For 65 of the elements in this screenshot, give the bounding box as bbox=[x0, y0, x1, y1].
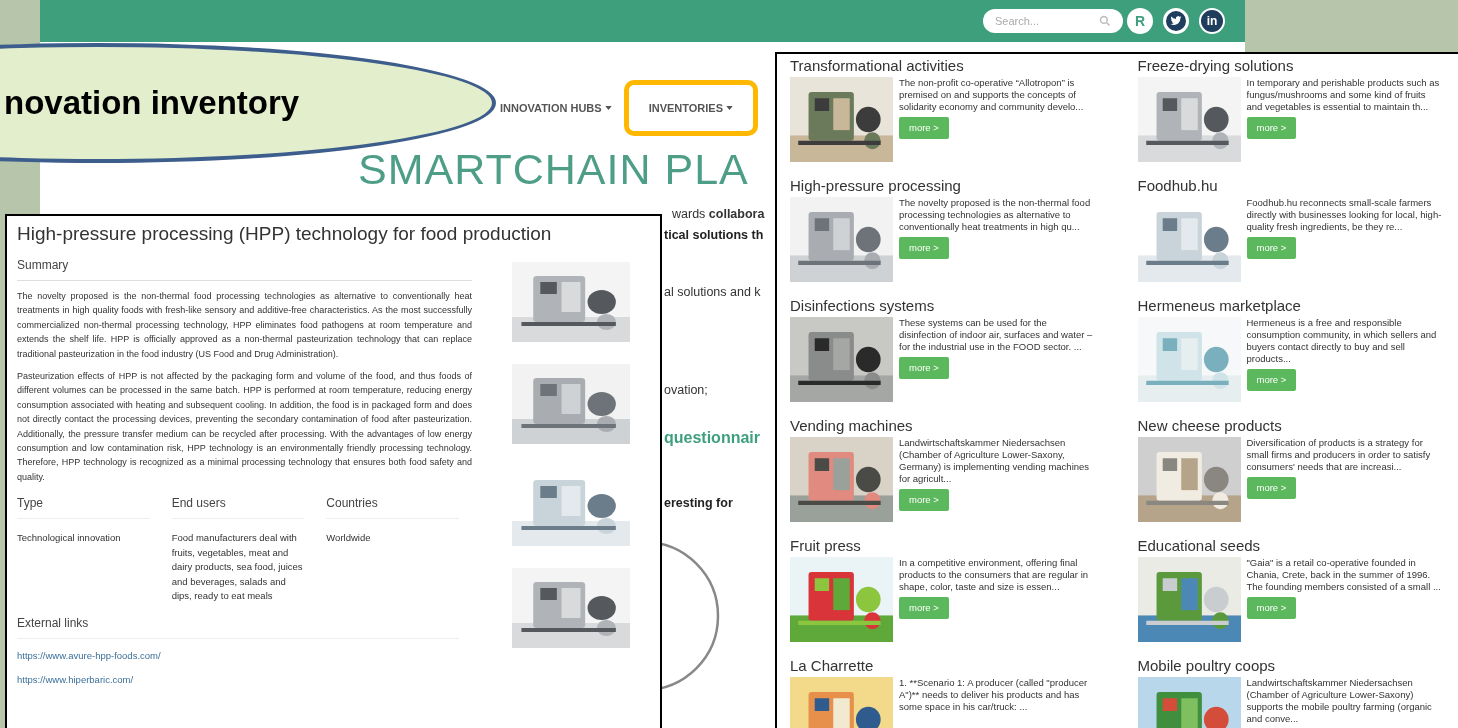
page-text: ovation; bbox=[664, 382, 709, 399]
page-text: wards collabora bbox=[672, 206, 765, 223]
more-button[interactable]: more > bbox=[899, 237, 949, 260]
section-heading: Summary bbox=[17, 256, 472, 281]
item-title: Foodhub.hu bbox=[1137, 177, 1219, 195]
meta-heading: Type bbox=[17, 494, 150, 520]
item-description: Landwirtschaftskammer Niedersachsen (Chamber of Agriculture Lower-Saxony) supports the mobile poultry farming (organic and conve... bbox=[1246, 677, 1433, 725]
section-heading: External links bbox=[17, 613, 459, 639]
item-title: New cheese products bbox=[1137, 417, 1283, 435]
summary-paragraph: The novelty proposed is the non-thermal food processing technologies as alternative to conventionally heat treatments in high quality foods with fresh-like sensory and additive-free characteristics. As the most successfully commercialized non-thermal processing technology, HPP eliminates food pathogens at room temperature and extends the shelf life. HPP is officially approved as a non-thermal pasteurization technology that can replace traditional pasteurization in the food industry (US Food and Drug Administration). bbox=[17, 290, 472, 361]
callout-text: novation inventory bbox=[4, 83, 300, 124]
linkedin-link[interactable]: in bbox=[1199, 8, 1225, 34]
item-title: La Charrette bbox=[790, 657, 875, 675]
page-text: questionnair bbox=[664, 428, 761, 448]
item-description: "Gaia" is a retail co-operative founded in Chania, Crete, back in the summer of 1996. The founding members consisted of a small ... bbox=[1246, 557, 1442, 593]
page-text: al solutions and k bbox=[664, 284, 762, 301]
more-button[interactable]: more > bbox=[899, 597, 949, 620]
page-text: tical solutions th bbox=[664, 227, 765, 244]
twitter-link[interactable] bbox=[1163, 8, 1189, 34]
more-button[interactable]: more > bbox=[1246, 369, 1297, 392]
item-title: Transformational activities bbox=[790, 57, 965, 75]
item-title: Mobile poultry coops bbox=[1137, 657, 1277, 675]
item-description: Hermeneus is a free and responsible consumption community, in which sellers and buyers contact directly to buy and sell products... bbox=[1246, 317, 1438, 365]
item-title: Fruit press bbox=[790, 537, 862, 555]
item-title: High-pressure processing bbox=[790, 177, 962, 195]
more-button[interactable]: more > bbox=[1246, 237, 1297, 260]
more-button[interactable]: more > bbox=[899, 117, 949, 140]
detail-title: High-pressure processing (HPP) technology for food production bbox=[17, 222, 552, 246]
search-icon bbox=[1099, 15, 1111, 27]
item-title: Educational seeds bbox=[1137, 537, 1262, 555]
twitter-bird-icon bbox=[1169, 15, 1183, 27]
nav-menu[interactable]: INVENTORIES bbox=[623, 80, 759, 136]
caret-icon bbox=[726, 106, 734, 110]
summary-paragraph: Pasteurization effects of HPP is not affected by the packaging form and volume of the food, and thus foods of different volumes can be processed in the same batch. HPP is performed at room temperature, reducing energy consumption associated with heating and subsequent cooling. In addition, the food is in packaged form and does not directly contact the processing devices, preventing the secondary contamination of food after pasteurization. Additionally, the pressure transfer medium can be recycled after processing. With the advantages of low energy consumption and low contamination risk, HPP technology is an environmentally friendly processing technology. Therefore, HPP technology is recognized as a minimal processing technology that ensures both food safety and quality. bbox=[17, 370, 472, 484]
caret-icon bbox=[604, 106, 612, 110]
item-description: In temporary and perishable products such as fungus/mushrooms and some kind of fruits and vegetables is essential to maintain th... bbox=[1246, 77, 1441, 113]
item-title: Vending machines bbox=[790, 417, 914, 435]
item-description: Diversification of products is a strategy for small firms and producers in order to satisfy consumers' needs that are increasi... bbox=[1246, 437, 1432, 473]
meta-value: Worldwide bbox=[326, 531, 372, 546]
more-button[interactable]: more > bbox=[899, 357, 949, 380]
meta-value: Food manufacturers deal with fruits, vegetables, meat and dairy products, sea food, juices and beverages, salads and dips, ready to eat meals bbox=[171, 531, 304, 604]
item-title: Disinfections systems bbox=[790, 297, 936, 315]
item-description: In a competitive environment, offering final products to the consumers that are regular in shape, color, taste and size is essen... bbox=[899, 557, 1090, 593]
item-description: These systems can be used for the disinfection of indoor air, surfaces and water – for the industrial use in the FOOD sector. ... bbox=[899, 317, 1094, 353]
more-button[interactable]: more > bbox=[1246, 597, 1297, 620]
item-title: Freeze-drying solutions bbox=[1137, 57, 1295, 75]
item-description: The non-profit co-operative “Allotropon” is premised on and supports the concepts of solidarity economy and community develo... bbox=[899, 77, 1085, 113]
page-text: eresting for bbox=[664, 495, 734, 512]
item-description: Landwirtschaftskammer Niedersachsen (Chamber of Agriculture Lower-Saxony, Germany) is implementing vending machines for agricult... bbox=[899, 437, 1091, 485]
external-link[interactable]: https://www.avure-hpp-foods.com/ bbox=[17, 648, 472, 664]
more-button[interactable]: more > bbox=[1246, 477, 1297, 500]
more-button[interactable]: more > bbox=[1246, 117, 1297, 140]
nav-menu[interactable]: INNOVATION HUBS bbox=[500, 98, 612, 118]
researchgate-link[interactable]: R bbox=[1127, 8, 1153, 34]
meta-heading: Countries bbox=[326, 494, 459, 520]
more-button[interactable]: more > bbox=[899, 489, 949, 512]
meta-heading: End users bbox=[171, 494, 305, 520]
external-link[interactable]: https://www.hiperbaric.com/ bbox=[17, 673, 472, 688]
meta-value: Technological innovation bbox=[17, 531, 122, 546]
item-title: Hermeneus marketplace bbox=[1137, 297, 1302, 315]
item-description: The novelty proposed is the non-thermal food processing technologies as alternative to conventionally heat treatments in high qu... bbox=[899, 197, 1092, 233]
item-description: Foodhub.hu reconnects small-scale farmers directly with businesses looking for local, high-quality fresh ingredients, be they re... bbox=[1246, 197, 1442, 233]
search-field[interactable]: Search... bbox=[983, 9, 1123, 33]
page-title: SMARTCHAIN PLA bbox=[358, 146, 749, 192]
item-description: 1. **Scenario 1: A producer (called "producer A")** needs to deliver his products and has some space in his car/truck: ... bbox=[899, 677, 1089, 713]
